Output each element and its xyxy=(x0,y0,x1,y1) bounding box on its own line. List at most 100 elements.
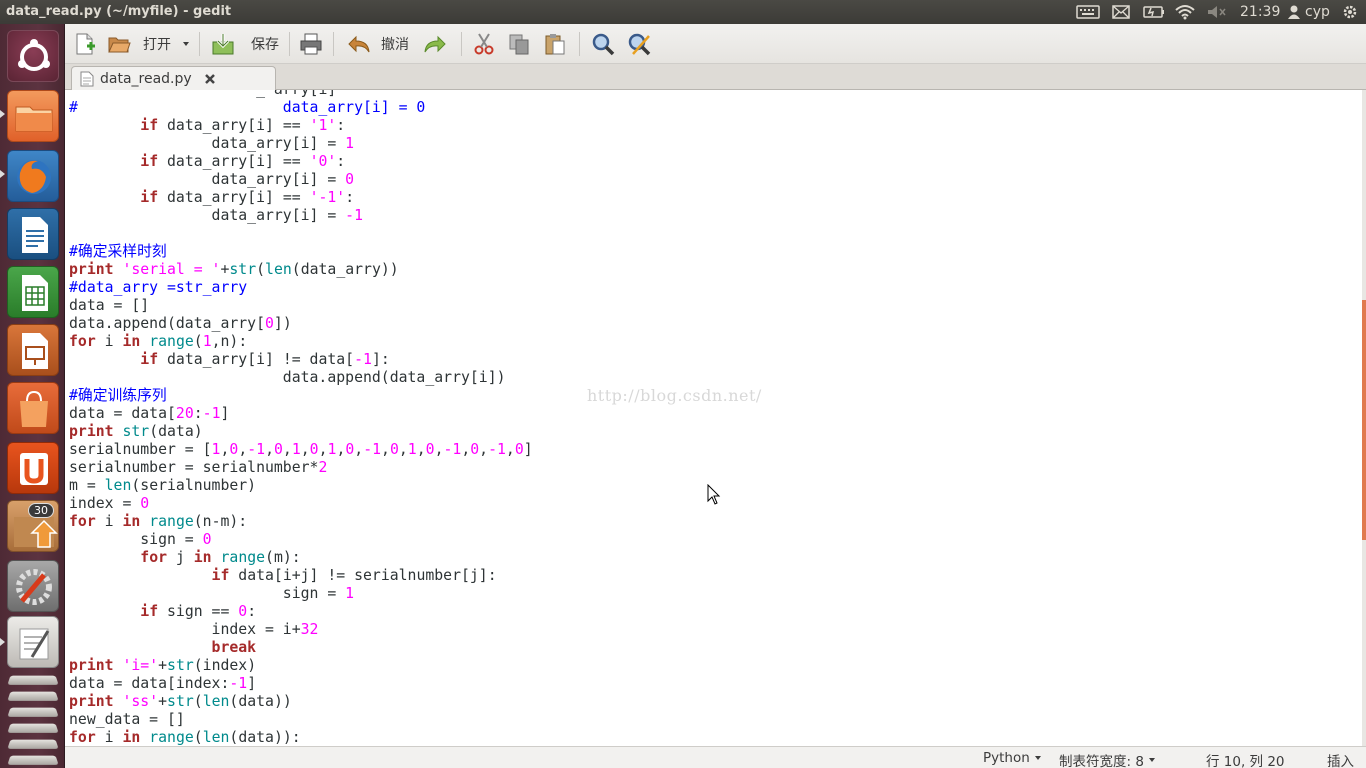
mail-icon[interactable] xyxy=(1112,3,1130,21)
code-line[interactable]: if data[i+j] != serialnumber[j]: xyxy=(69,567,1362,585)
impress-launcher[interactable] xyxy=(7,324,59,376)
code-line[interactable]: for i in range(len(data)): xyxy=(69,729,1362,746)
code-line[interactable]: #data_arry =str_arry xyxy=(69,279,1362,297)
vertical-scrollbar[interactable] xyxy=(1362,90,1366,746)
code-line[interactable]: print 'i='+str(index) xyxy=(69,657,1362,675)
new-document-button[interactable] xyxy=(73,30,97,58)
print-button[interactable] xyxy=(299,30,323,58)
document-icon xyxy=(22,217,48,253)
code-line[interactable]: #确定采样时刻 xyxy=(69,243,1362,261)
open-button[interactable]: 打开 xyxy=(107,30,171,58)
code-token: if xyxy=(211,567,230,584)
ubuntu-dash-button[interactable] xyxy=(7,30,59,82)
code-line[interactable]: break xyxy=(69,639,1362,657)
stacked-launcher-items[interactable] xyxy=(7,674,59,768)
close-icon[interactable] xyxy=(204,73,216,85)
code-line[interactable]: for j in range(m): xyxy=(69,549,1362,567)
code-token: in xyxy=(122,729,141,746)
wifi-icon[interactable] xyxy=(1175,3,1195,21)
code-line[interactable]: index = i+32 xyxy=(69,621,1362,639)
code-line[interactable]: if data_arry[i] == '-1': xyxy=(69,189,1362,207)
code-line[interactable]: for i in range(1,n): xyxy=(69,333,1362,351)
code-text[interactable]: _ arry[i]# data_arry[i] = 0 if data_arry… xyxy=(69,90,1362,746)
save-button[interactable]: 保存 xyxy=(211,30,279,58)
code-line[interactable]: data.append(data_arry[0]) xyxy=(69,315,1362,333)
code-line[interactable]: print str(data) xyxy=(69,423,1362,441)
code-token: 32 xyxy=(300,621,319,638)
code-token: in xyxy=(193,549,212,566)
code-line[interactable]: if data_arry[i] == '0': xyxy=(69,153,1362,171)
code-line[interactable]: # data_arry[i] = 0 xyxy=(69,99,1362,117)
code-token: , xyxy=(318,441,328,458)
code-token: data_arry[i] = xyxy=(69,171,346,188)
ubuntu-logo-icon xyxy=(18,39,50,71)
code-token: (m): xyxy=(265,549,301,566)
paste-button[interactable] xyxy=(543,30,567,58)
presentation-icon xyxy=(22,333,48,369)
code-token: _ xyxy=(69,90,274,98)
code-line[interactable]: serialnumber = [1,0,-1,0,1,0,1,0,-1,0,1,… xyxy=(69,441,1362,459)
system-settings-launcher[interactable] xyxy=(7,560,59,612)
undo-button[interactable]: 撤消 xyxy=(347,30,409,58)
code-line[interactable]: data = data[20:-1] xyxy=(69,405,1362,423)
calc-launcher[interactable] xyxy=(7,266,59,318)
user-name[interactable]: cyp xyxy=(1305,3,1330,21)
clock[interactable]: 21:39 xyxy=(1240,3,1280,21)
cut-button[interactable] xyxy=(472,30,496,58)
code-line[interactable] xyxy=(69,225,1362,243)
replace-button[interactable] xyxy=(627,30,651,58)
code-token: #确定训练序列 xyxy=(69,387,167,404)
code-line[interactable]: for i in range(n-m): xyxy=(69,513,1362,531)
code-line[interactable]: serialnumber = serialnumber*2 xyxy=(69,459,1362,477)
code-token: if xyxy=(140,603,159,620)
battery-icon[interactable] xyxy=(1143,3,1165,21)
volume-muted-icon[interactable] xyxy=(1207,3,1227,21)
toolbar-separator xyxy=(199,32,200,56)
open-recent-dropdown[interactable] xyxy=(183,30,189,58)
code-line[interactable]: data_arry[i] = -1 xyxy=(69,207,1362,225)
code-editor[interactable]: _ arry[i]# data_arry[i] = 0 if data_arry… xyxy=(65,90,1362,746)
tab-data-read-py[interactable]: data_read.py xyxy=(71,66,276,90)
code-line[interactable]: data = data[index:-1] xyxy=(69,675,1362,693)
scrollbar-thumb[interactable] xyxy=(1362,300,1366,540)
copy-button[interactable] xyxy=(507,30,531,58)
code-line[interactable]: sign = 0 xyxy=(69,531,1362,549)
code-line[interactable]: data = [] xyxy=(69,297,1362,315)
gear-icon[interactable] xyxy=(1342,3,1358,21)
firefox-launcher[interactable] xyxy=(7,150,59,202)
language-selector[interactable]: Python xyxy=(983,750,1041,766)
user-icon[interactable] xyxy=(1288,3,1300,21)
code-line[interactable]: data_arry[i] = 1 xyxy=(69,135,1362,153)
files-launcher[interactable] xyxy=(7,90,59,142)
code-line[interactable]: data_arry[i] = 0 xyxy=(69,171,1362,189)
code-line[interactable]: if data_arry[i] == '1': xyxy=(69,117,1362,135)
update-manager-launcher[interactable]: 30 xyxy=(7,500,59,552)
code-token: if xyxy=(140,117,159,134)
code-line[interactable]: sign = 1 xyxy=(69,585,1362,603)
code-line[interactable]: data.append(data_arry[i]) xyxy=(69,369,1362,387)
code-line[interactable]: print 'ss'+str(len(data)) xyxy=(69,693,1362,711)
keyboard-icon[interactable] xyxy=(1076,3,1100,21)
code-token: print xyxy=(69,261,114,278)
tab-width-selector[interactable]: 制表符宽度: 8 xyxy=(1059,750,1155,768)
code-line[interactable]: new_data = [] xyxy=(69,711,1362,729)
copy-icon xyxy=(509,34,529,55)
gedit-launcher[interactable] xyxy=(7,616,59,668)
code-token: ( xyxy=(256,261,266,278)
ubuntu-one-launcher[interactable] xyxy=(7,442,59,494)
redo-button[interactable] xyxy=(423,30,447,58)
code-line[interactable]: if data_arry[i] != data[-1]: xyxy=(69,351,1362,369)
toolbar-separator xyxy=(289,32,290,56)
insert-mode-label: 插入 xyxy=(1327,754,1354,768)
software-center-launcher[interactable] xyxy=(7,382,59,434)
code-token: , xyxy=(354,441,364,458)
code-line[interactable]: print 'serial = '+str(len(data_arry)) xyxy=(69,261,1362,279)
find-button[interactable] xyxy=(591,30,615,58)
writer-launcher[interactable] xyxy=(7,208,59,260)
code-line[interactable]: _ arry[i] xyxy=(69,90,1362,99)
code-line[interactable]: if sign == 0: xyxy=(69,603,1362,621)
